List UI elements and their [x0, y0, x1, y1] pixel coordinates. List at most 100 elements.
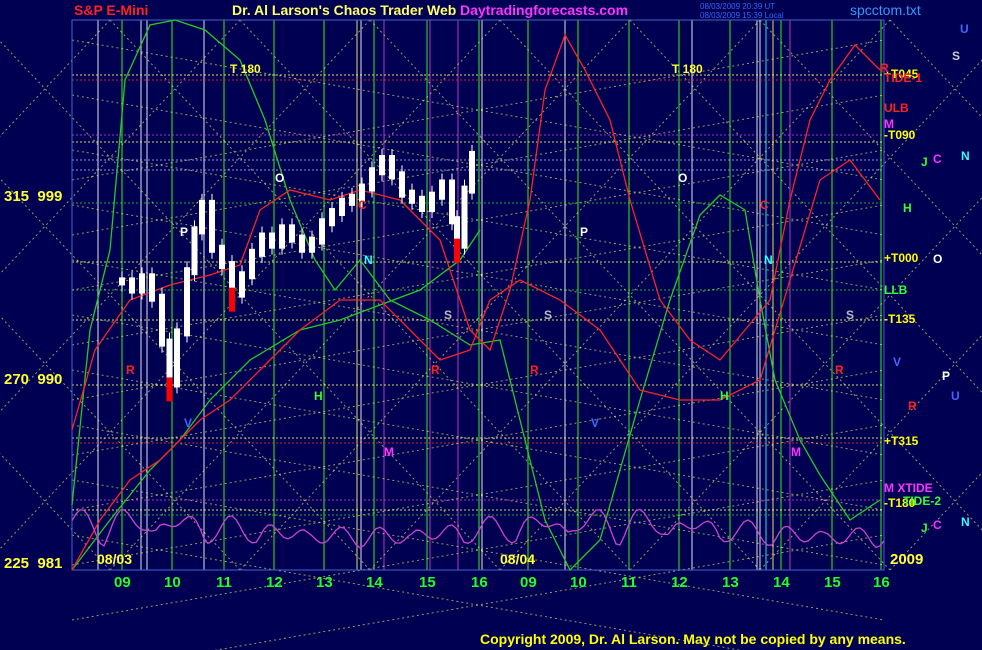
- right-label-9: +T315: [884, 434, 919, 448]
- far-right-letter-1: S: [952, 49, 960, 63]
- planet-marker-16: H: [720, 389, 729, 403]
- planet-marker-2: O: [275, 171, 284, 185]
- far-right-letter-11: J: [921, 521, 928, 535]
- diagonal-line-25: [759, 19, 982, 256]
- candle-17: [279, 224, 285, 249]
- hour-tick-label-14: 15: [824, 574, 841, 591]
- far-right-letter-12: C: [933, 518, 942, 532]
- planet-marker-1: T 180: [672, 62, 703, 76]
- y-price-bottom: 981: [37, 555, 63, 572]
- candle-3: [149, 273, 155, 302]
- candle-19: [299, 234, 305, 253]
- candle-21: [319, 218, 325, 245]
- far-right-letter-10: R: [908, 399, 917, 413]
- diagonal-line-18: [369, 19, 891, 571]
- chaos-chart: T 180 T 180O OP PN NS S SR R R RH HM MV VC C +T045TID…: [0, 19, 982, 650]
- right-label-8: -T135: [884, 312, 916, 326]
- candle-15: [259, 232, 265, 257]
- year-label: 2009: [890, 551, 923, 568]
- y-angle-top: 315: [4, 188, 30, 205]
- far-right-letter-3: J: [921, 155, 928, 169]
- hour-tick-label-2: 11: [216, 574, 232, 591]
- candle-14: [249, 248, 255, 280]
- y-price-mid: 990: [37, 371, 63, 388]
- candle-16: [269, 232, 275, 249]
- planet-marker-22: C: [760, 198, 769, 212]
- diagonal-line-19: [369, 19, 891, 571]
- hour-tick-label-13: 14: [773, 574, 790, 591]
- far-right-letter-13: N: [961, 515, 970, 529]
- planet-marker-8: S: [444, 308, 452, 322]
- hour-tick-label-12: 13: [722, 574, 739, 591]
- candle-18: [289, 224, 295, 243]
- planet-marker-0: T 180: [230, 62, 261, 76]
- red-curve-2: [71, 159, 881, 571]
- candle-20: [309, 236, 315, 253]
- planet-marker-3: O: [678, 171, 687, 185]
- hour-tick-label-4: 13: [316, 574, 333, 591]
- far-right-letter-5: N: [961, 149, 970, 163]
- candle-7: [184, 267, 190, 337]
- y-label-top: 315 999: [4, 188, 62, 205]
- hour-tick-label-5: 14: [366, 574, 383, 591]
- diagonal-line-17: [239, 19, 761, 571]
- candle-30: [409, 189, 415, 204]
- y-price-top: 999: [37, 188, 63, 205]
- date-label-day1: 08/03: [97, 551, 132, 567]
- candle-4: [159, 293, 165, 347]
- planet-marker-17: M: [384, 445, 394, 459]
- hour-tick-label-10: 11: [621, 574, 637, 591]
- planet-marker-18: M: [791, 445, 801, 459]
- planet-marker-7: N: [764, 253, 773, 267]
- hour-tick-label-11: 12: [671, 574, 688, 591]
- y-angle-bottom: 225: [4, 555, 30, 572]
- hour-tick-label-0: 09: [114, 574, 131, 591]
- diagonal-line-6: [0, 19, 111, 138]
- right-label-6: +T000: [884, 251, 919, 265]
- diagonal-line-7: [0, 452, 111, 571]
- candle-6: [174, 328, 180, 388]
- right-label-10: M XTIDE: [884, 481, 933, 495]
- website-link[interactable]: Daytradingforecasts.com: [460, 2, 628, 18]
- planet-marker-9: S: [544, 308, 552, 322]
- far-right-letter-9: U: [951, 389, 960, 403]
- far-right-letter-2: R: [880, 61, 889, 75]
- candle-9: [199, 199, 205, 235]
- chart-symbol-title: S&P E-Mini: [74, 2, 149, 18]
- hour-tick-label-7: 16: [471, 574, 488, 591]
- chart-main-title: Dr. Al Larson's Chaos Trader Web: [232, 2, 457, 18]
- copyright-notice: Copyright 2009, Dr. Al Larson. May not b…: [480, 631, 906, 647]
- candle-11: [219, 244, 225, 270]
- planet-marker-15: H: [314, 389, 323, 403]
- candle-28: [389, 155, 395, 180]
- candle-10: [209, 199, 215, 253]
- hour-tick-label-1: 10: [164, 574, 181, 591]
- planet-marker-5: P: [580, 225, 588, 239]
- y-label-bottom: 225 981: [4, 555, 62, 572]
- planet-marker-4: P: [180, 225, 188, 239]
- hour-tick-label-15: 16: [873, 574, 890, 591]
- candle-33: [439, 179, 445, 200]
- candle-27: [379, 155, 385, 176]
- candle-31: [419, 195, 425, 212]
- planet-marker-12: R: [431, 363, 440, 377]
- hour-tick-label-9: 10: [570, 574, 587, 591]
- red-dip-candle-0: [166, 377, 173, 402]
- far-right-letter-7: V: [893, 355, 901, 369]
- planet-marker-13: R: [530, 363, 539, 377]
- right-label-12: TIDE-2: [903, 494, 941, 508]
- right-label-7: LLB: [884, 283, 908, 297]
- planet-marker-11: R: [126, 363, 135, 377]
- planet-marker-19: V: [184, 416, 192, 430]
- y-angle-mid: 270: [4, 371, 30, 388]
- hour-tick-label-8: 09: [520, 574, 537, 591]
- candle-23: [339, 197, 345, 217]
- candle-24: [349, 193, 355, 206]
- planet-marker-14: R: [835, 363, 844, 377]
- y-label-mid: 270 990: [4, 371, 62, 388]
- candle-29: [399, 171, 405, 198]
- candle-32: [429, 191, 435, 212]
- candle-36: [461, 185, 468, 249]
- right-label-4: -T090: [884, 128, 916, 142]
- candle-22: [329, 208, 335, 227]
